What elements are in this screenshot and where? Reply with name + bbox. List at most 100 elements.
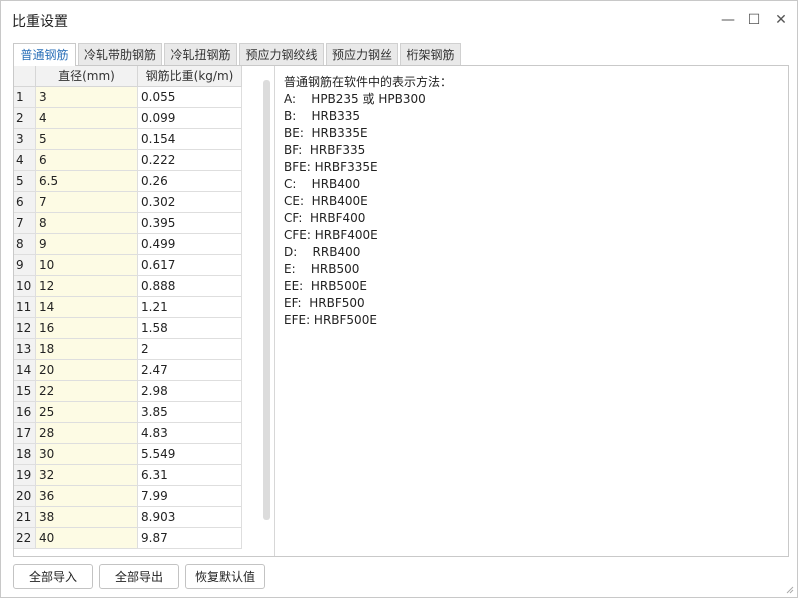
weight-cell[interactable]: 2.98 (138, 381, 242, 402)
diameter-cell[interactable]: 9 (36, 234, 138, 255)
row-index: 7 (14, 213, 36, 234)
table-row[interactable]: 16 25 3.85 (14, 402, 242, 423)
diameter-cell[interactable]: 16 (36, 318, 138, 339)
diameter-cell[interactable]: 22 (36, 381, 138, 402)
diameter-cell[interactable]: 38 (36, 507, 138, 528)
resize-grip-icon[interactable] (784, 584, 794, 594)
weight-cell[interactable]: 0.888 (138, 276, 242, 297)
weight-table: 直径(mm) 钢筋比重(kg/m) 1 3 0.055 2 4 0.099 3 5 0.154 4… (14, 66, 275, 556)
diameter-cell[interactable]: 18 (36, 339, 138, 360)
weight-cell[interactable]: 7.99 (138, 486, 242, 507)
tab-truss-rebar[interactable]: 桁架钢筋 (400, 43, 461, 65)
table-header: 直径(mm) 钢筋比重(kg/m) (14, 66, 242, 87)
table-row[interactable]: 9 10 0.617 (14, 255, 242, 276)
weight-cell[interactable]: 0.099 (138, 108, 242, 129)
diameter-cell[interactable]: 6 (36, 150, 138, 171)
diameter-cell[interactable]: 40 (36, 528, 138, 549)
row-index: 6 (14, 192, 36, 213)
diameter-cell[interactable]: 3 (36, 87, 138, 108)
row-index: 4 (14, 150, 36, 171)
info-line: B: HRB335 (284, 109, 361, 123)
diameter-cell[interactable]: 32 (36, 465, 138, 486)
info-line: EE: HRB500E (284, 279, 367, 293)
table-row[interactable]: 1 3 0.055 (14, 87, 242, 108)
table-row[interactable]: 12 16 1.58 (14, 318, 242, 339)
diameter-cell[interactable]: 6.5 (36, 171, 138, 192)
table-row[interactable]: 11 14 1.21 (14, 297, 242, 318)
tab-plain-rebar[interactable]: 普通钢筋 (13, 43, 76, 66)
close-icon[interactable]: ✕ (772, 11, 790, 29)
diameter-cell[interactable]: 20 (36, 360, 138, 381)
weight-cell[interactable]: 5.549 (138, 444, 242, 465)
table-row[interactable]: 13 18 2 (14, 339, 242, 360)
diameter-cell[interactable]: 12 (36, 276, 138, 297)
row-index: 15 (14, 381, 36, 402)
diameter-cell[interactable]: 25 (36, 402, 138, 423)
weight-cell[interactable]: 0.26 (138, 171, 242, 192)
table-row[interactable]: 21 38 8.903 (14, 507, 242, 528)
table-row[interactable]: 10 12 0.888 (14, 276, 242, 297)
diameter-cell[interactable]: 5 (36, 129, 138, 150)
export-all-button[interactable]: 全部导出 (99, 564, 179, 589)
weight-cell[interactable]: 1.58 (138, 318, 242, 339)
table-row[interactable]: 8 9 0.499 (14, 234, 242, 255)
minimize-icon[interactable]: — (719, 11, 737, 29)
weight-cell[interactable]: 4.83 (138, 423, 242, 444)
table-row[interactable]: 15 22 2.98 (14, 381, 242, 402)
weight-cell[interactable]: 6.31 (138, 465, 242, 486)
row-index: 10 (14, 276, 36, 297)
import-all-button[interactable]: 全部导入 (13, 564, 93, 589)
info-line: CFE: HRBF400E (284, 228, 378, 242)
header-diameter: 直径(mm) (36, 66, 138, 87)
header-index (14, 66, 36, 87)
diameter-cell[interactable]: 28 (36, 423, 138, 444)
weight-cell[interactable]: 0.055 (138, 87, 242, 108)
tab-prestressed-strand[interactable]: 预应力钢绞线 (239, 43, 324, 65)
diameter-cell[interactable]: 4 (36, 108, 138, 129)
row-index: 1 (14, 87, 36, 108)
restore-defaults-button[interactable]: 恢复默认值 (185, 564, 265, 589)
weight-cell[interactable]: 0.617 (138, 255, 242, 276)
table-scrollbar[interactable] (263, 80, 270, 520)
weight-cell[interactable]: 2.47 (138, 360, 242, 381)
table-row[interactable]: 18 30 5.549 (14, 444, 242, 465)
table-row[interactable]: 17 28 4.83 (14, 423, 242, 444)
tab-prestressed-wire[interactable]: 预应力钢丝 (326, 43, 398, 65)
diameter-cell[interactable]: 10 (36, 255, 138, 276)
row-index: 8 (14, 234, 36, 255)
table-row[interactable]: 6 7 0.302 (14, 192, 242, 213)
row-index: 17 (14, 423, 36, 444)
weight-cell[interactable]: 2 (138, 339, 242, 360)
table-row[interactable]: 2 4 0.099 (14, 108, 242, 129)
table-row[interactable]: 7 8 0.395 (14, 213, 242, 234)
weight-cell[interactable]: 9.87 (138, 528, 242, 549)
diameter-cell[interactable]: 36 (36, 486, 138, 507)
diameter-cell[interactable]: 30 (36, 444, 138, 465)
diameter-cell[interactable]: 8 (36, 213, 138, 234)
diameter-cell[interactable]: 7 (36, 192, 138, 213)
table-row[interactable]: 20 36 7.99 (14, 486, 242, 507)
row-index: 2 (14, 108, 36, 129)
maximize-icon[interactable]: ☐ (745, 11, 763, 29)
row-index: 22 (14, 528, 36, 549)
weight-cell[interactable]: 0.154 (138, 129, 242, 150)
weight-cell[interactable]: 0.222 (138, 150, 242, 171)
weight-cell[interactable]: 0.499 (138, 234, 242, 255)
table-row[interactable]: 14 20 2.47 (14, 360, 242, 381)
row-index: 18 (14, 444, 36, 465)
row-index: 16 (14, 402, 36, 423)
table-row[interactable]: 5 6.5 0.26 (14, 171, 242, 192)
weight-cell[interactable]: 0.302 (138, 192, 242, 213)
tab-cold-rolled-twisted[interactable]: 冷轧扭钢筋 (164, 43, 237, 65)
info-line: D: RRB400 (284, 245, 361, 259)
weight-cell[interactable]: 0.395 (138, 213, 242, 234)
weight-cell[interactable]: 3.85 (138, 402, 242, 423)
diameter-cell[interactable]: 14 (36, 297, 138, 318)
table-row[interactable]: 4 6 0.222 (14, 150, 242, 171)
table-row[interactable]: 19 32 6.31 (14, 465, 242, 486)
tab-cold-rolled-ribbed[interactable]: 冷轧带肋钢筋 (78, 43, 162, 65)
table-row[interactable]: 22 40 9.87 (14, 528, 242, 549)
weight-cell[interactable]: 1.21 (138, 297, 242, 318)
weight-cell[interactable]: 8.903 (138, 507, 242, 528)
table-row[interactable]: 3 5 0.154 (14, 129, 242, 150)
